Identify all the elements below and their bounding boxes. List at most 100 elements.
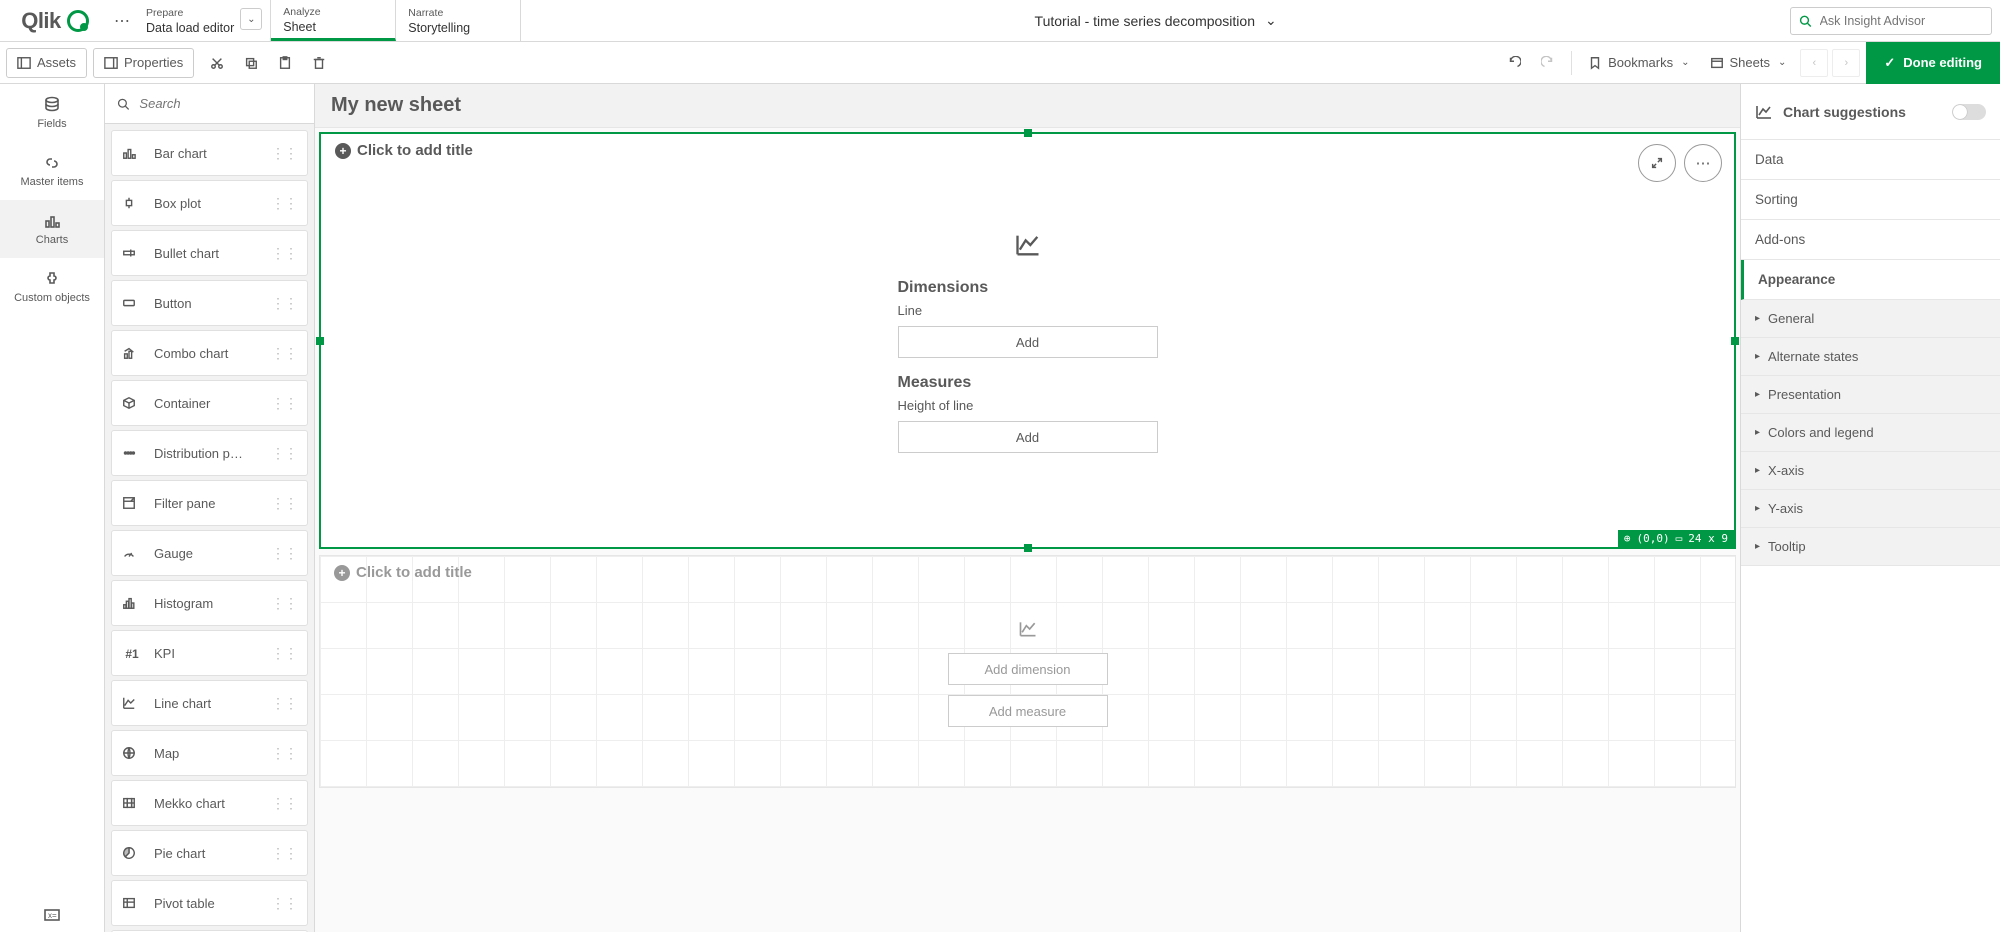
line-chart-icon: [1014, 231, 1042, 259]
assets-search-input[interactable]: [137, 95, 302, 112]
measures-hint: Height of line: [898, 398, 1158, 413]
paste-button[interactable]: [268, 48, 302, 78]
visualization-line-chart-selected[interactable]: + Click to add title ⋯ Dimensions: [319, 132, 1736, 549]
resize-handle-bottom[interactable]: [1024, 544, 1032, 552]
resize-handle-top[interactable]: [1024, 129, 1032, 137]
chart-item-histogram[interactable]: Histogram⋮⋮: [111, 580, 308, 626]
trash-icon: [312, 56, 326, 70]
chart-item-mekko-chart[interactable]: Mekko chart⋮⋮: [111, 780, 308, 826]
add-measure-button[interactable]: Add: [898, 421, 1158, 453]
chart-item-pie-chart[interactable]: Pie chart⋮⋮: [111, 830, 308, 876]
viz-more-button[interactable]: ⋯: [1684, 144, 1722, 182]
add-title-icon: +: [334, 565, 350, 581]
chart-type-icon: [122, 346, 142, 360]
size-icon: ▭: [1676, 532, 1683, 545]
strip-charts-label: Charts: [36, 234, 68, 246]
drag-grip-icon: ⋮⋮: [271, 195, 297, 212]
tab-narrate[interactable]: Narrate Storytelling: [396, 0, 521, 41]
tab-prepare[interactable]: Prepare Data load editor ⌄: [134, 0, 271, 41]
resize-handle-left[interactable]: [316, 337, 324, 345]
drag-grip-icon: ⋮⋮: [271, 245, 297, 262]
chart-item-distribution-p-[interactable]: Distribution p…⋮⋮: [111, 430, 308, 476]
prop-sub-presentation[interactable]: Presentation: [1741, 376, 2000, 414]
prop-sub-tooltip[interactable]: Tooltip: [1741, 528, 2000, 566]
prepare-dropdown-icon[interactable]: ⌄: [240, 8, 262, 30]
drag-grip-icon: ⋮⋮: [271, 445, 297, 462]
app-title[interactable]: Tutorial - time series decomposition ⌄: [521, 0, 1790, 41]
nav-more-icon[interactable]: ⋯: [110, 0, 134, 41]
chart-item-bar-chart[interactable]: Bar chart⋮⋮: [111, 130, 308, 176]
line-chart-icon: [1755, 103, 1773, 121]
chart-item-filter-pane[interactable]: Filter pane⋮⋮: [111, 480, 308, 526]
sheets-dropdown[interactable]: Sheets ⌄: [1700, 48, 1797, 78]
strip-master-items[interactable]: Master items: [0, 142, 104, 200]
prop-section-sorting[interactable]: Sorting: [1741, 180, 2000, 220]
assets-toggle-button[interactable]: Assets: [6, 48, 87, 78]
viz1-title[interactable]: + Click to add title: [321, 134, 1734, 167]
chart-suggestions-toggle[interactable]: [1952, 104, 1986, 120]
logo-text: Qlik: [21, 8, 61, 34]
chart-item-kpi[interactable]: #1KPI⋮⋮: [111, 630, 308, 676]
strip-charts[interactable]: Charts: [0, 200, 104, 258]
chart-item-pivot-table[interactable]: Pivot table⋮⋮: [111, 880, 308, 926]
bookmarks-dropdown[interactable]: Bookmarks ⌄: [1578, 48, 1699, 78]
chart-item-gauge[interactable]: Gauge⋮⋮: [111, 530, 308, 576]
chart-item-bullet-chart[interactable]: Bullet chart⋮⋮: [111, 230, 308, 276]
fullscreen-button[interactable]: [1638, 144, 1676, 182]
sheet-canvas[interactable]: + Click to add title ⋯ Dimensions: [315, 128, 1740, 932]
chart-item-label: Filter pane: [154, 496, 259, 511]
chart-item-line-chart[interactable]: Line chart⋮⋮: [111, 680, 308, 726]
insight-search: [1790, 0, 2000, 41]
add-dimension-button[interactable]: Add dimension: [948, 653, 1108, 685]
chart-item-button[interactable]: Button⋮⋮: [111, 280, 308, 326]
strip-fields[interactable]: Fields: [0, 84, 104, 142]
chart-item-box-plot[interactable]: Box plot⋮⋮: [111, 180, 308, 226]
prop-sub-general[interactable]: General: [1741, 300, 2000, 338]
chart-item-map[interactable]: Map⋮⋮: [111, 730, 308, 776]
delete-button[interactable]: [302, 48, 336, 78]
prev-sheet-button[interactable]: ‹: [1800, 49, 1828, 77]
assets-search: [105, 84, 314, 124]
add-measure-button[interactable]: Add measure: [948, 695, 1108, 727]
prop-sub-alternate[interactable]: Alternate states: [1741, 338, 2000, 376]
viz1-corner-actions: ⋯: [1638, 144, 1722, 182]
properties-toggle-button[interactable]: Properties: [93, 48, 194, 78]
tab-analyze[interactable]: Analyze Sheet: [271, 0, 396, 41]
strip-custom-objects[interactable]: Custom objects: [0, 258, 104, 316]
selection-coords-badge: ⊕ (0,0) ▭ 24 x 9: [1618, 530, 1734, 547]
prop-sub-xaxis[interactable]: X-axis: [1741, 452, 2000, 490]
insight-search-input[interactable]: [1818, 13, 1983, 29]
viz2-body: Add dimension Add measure: [320, 589, 1735, 787]
cut-button[interactable]: [200, 48, 234, 78]
chart-suggestions-row: Chart suggestions: [1741, 84, 2000, 140]
add-dimension-button[interactable]: Add: [898, 326, 1158, 358]
next-sheet-button[interactable]: ›: [1832, 49, 1860, 77]
chart-item-container[interactable]: Container⋮⋮: [111, 380, 308, 426]
done-editing-button[interactable]: ✓ Done editing: [1866, 42, 2000, 84]
sheet-title-bar[interactable]: My new sheet: [315, 84, 1740, 128]
copy-button[interactable]: [234, 48, 268, 78]
resize-handle-right[interactable]: [1731, 337, 1739, 345]
panel-right-icon: [104, 56, 118, 70]
prop-sub-yaxis[interactable]: Y-axis: [1741, 490, 2000, 528]
chart-item-combo-chart[interactable]: Combo chart⋮⋮: [111, 330, 308, 376]
prop-section-addons[interactable]: Add-ons: [1741, 220, 2000, 260]
strip-bottom-button[interactable]: x=: [43, 906, 61, 932]
app-title-dropdown-icon: ⌄: [1265, 12, 1277, 29]
app-logo[interactable]: Qlik: [0, 0, 110, 41]
redo-button[interactable]: [1531, 48, 1565, 78]
assets-panel: Bar chart⋮⋮Box plot⋮⋮Bullet chart⋮⋮Butto…: [105, 84, 315, 932]
done-label: Done editing: [1903, 55, 1982, 70]
visualization-empty[interactable]: + Click to add title Add dimension Add m…: [319, 555, 1736, 788]
prop-section-data[interactable]: Data: [1741, 140, 2000, 180]
drag-grip-icon: ⋮⋮: [271, 845, 297, 862]
prop-sub-colors-legend[interactable]: Colors and legend: [1741, 414, 2000, 452]
insight-search-box[interactable]: [1790, 7, 1992, 35]
undo-button[interactable]: [1497, 48, 1531, 78]
chart-item-label: Container: [154, 396, 259, 411]
tab-prepare-small: Prepare: [146, 7, 234, 20]
viz2-title[interactable]: + Click to add title: [320, 556, 1735, 589]
bar-chart-icon: [43, 212, 61, 230]
prop-section-appearance[interactable]: Appearance: [1741, 260, 2000, 300]
scissors-icon: [210, 56, 224, 70]
